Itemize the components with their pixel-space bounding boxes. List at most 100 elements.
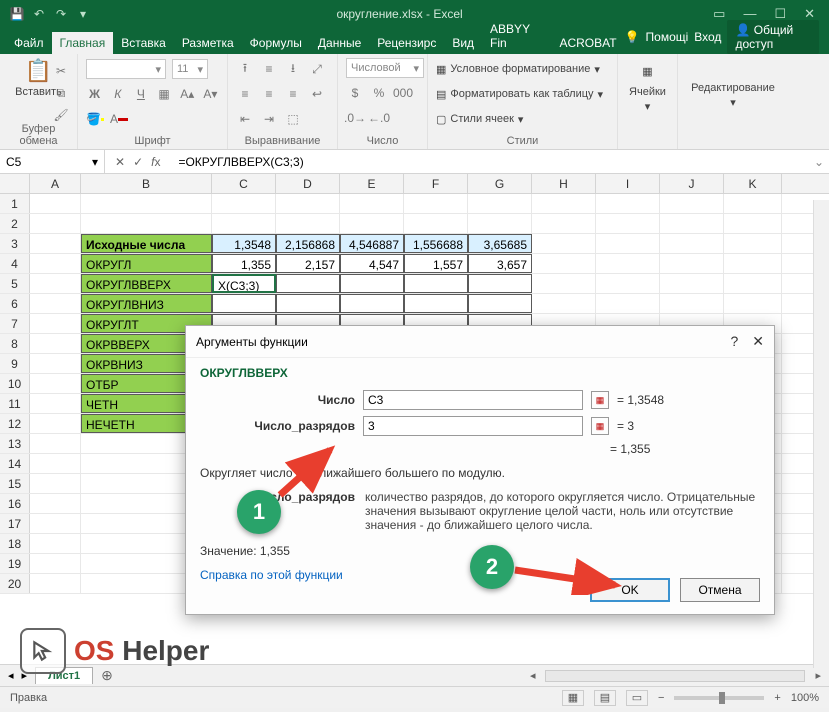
row-header[interactable]: 18 (0, 534, 30, 553)
cut-icon[interactable]: ✂ (52, 62, 70, 80)
col-header[interactable]: E (340, 174, 404, 193)
row-header[interactable]: 2 (0, 214, 30, 233)
col-header[interactable]: I (596, 174, 660, 193)
row-header[interactable]: 14 (0, 454, 30, 473)
col-header[interactable]: K (724, 174, 782, 193)
cell[interactable] (340, 274, 404, 293)
row-header[interactable]: 5 (0, 274, 30, 293)
active-cell[interactable]: X(C3;3) (212, 274, 276, 293)
hscroll-left-icon[interactable]: ◂ (530, 669, 536, 682)
bold-icon[interactable]: Ж (86, 85, 103, 103)
zoom-level[interactable]: 100% (791, 692, 819, 704)
redo-icon[interactable]: ↷ (54, 7, 68, 21)
arg1-input[interactable] (363, 390, 583, 410)
align-middle-icon[interactable]: ≡ (260, 60, 278, 78)
align-center-icon[interactable]: ≡ (260, 85, 278, 103)
fill-color-icon[interactable]: 🪣 (86, 110, 104, 128)
col-header[interactable]: B (81, 174, 212, 193)
tab-formulas[interactable]: Формулы (242, 32, 310, 54)
row-header[interactable]: 1 (0, 194, 30, 213)
name-box[interactable]: C5 ▾ (0, 150, 105, 173)
increase-decimal-icon[interactable]: .0→ (346, 109, 364, 127)
cell[interactable] (276, 274, 340, 293)
help-label[interactable]: Помощі (646, 30, 689, 44)
format-as-table-button[interactable]: ▤Форматировать как таблицу▾ (436, 83, 609, 105)
cell[interactable]: 1,355 (212, 254, 276, 273)
tab-layout[interactable]: Разметка (174, 32, 242, 54)
format-painter-icon[interactable]: 🖌 (52, 106, 70, 124)
cell[interactable]: ОКРУГЛ (81, 254, 212, 273)
cell[interactable]: ОКРУГЛВВЕРХ (81, 274, 212, 293)
tab-view[interactable]: Вид (444, 32, 482, 54)
row-header[interactable]: 19 (0, 554, 30, 573)
tab-insert[interactable]: Вставка (113, 32, 174, 54)
dialog-close-icon[interactable]: ✕ (752, 333, 764, 350)
conditional-formatting-button[interactable]: ▦Условное форматирование▾ (436, 58, 609, 80)
italic-icon[interactable]: К (109, 85, 126, 103)
align-left-icon[interactable]: ≡ (236, 85, 254, 103)
signin-label[interactable]: Вход (694, 30, 721, 44)
undo-icon[interactable]: ↶ (32, 7, 46, 21)
row-header[interactable]: 16 (0, 494, 30, 513)
qat-dropdown-icon[interactable]: ▾ (76, 7, 90, 21)
col-header[interactable]: A (30, 174, 81, 193)
cancel-button[interactable]: Отмена (680, 578, 760, 602)
row-header[interactable]: 8 (0, 334, 30, 353)
col-header[interactable]: H (532, 174, 596, 193)
zoom-in-icon[interactable]: + (774, 692, 780, 704)
help-icon[interactable]: ? (730, 333, 738, 350)
page-layout-view-icon[interactable]: ▤ (594, 690, 616, 706)
row-header[interactable]: 3 (0, 234, 30, 253)
formula-input[interactable]: =ОКРУГЛВВЕРХ(C3;3) (170, 155, 809, 169)
font-color-icon[interactable]: A (110, 110, 128, 128)
horizontal-scrollbar[interactable] (545, 670, 805, 682)
cell[interactable]: 3,657 (468, 254, 532, 273)
cell[interactable]: 2,156868 (276, 234, 340, 253)
page-break-view-icon[interactable]: ▭ (626, 690, 648, 706)
enter-formula-icon[interactable]: ✓ (133, 155, 143, 169)
col-header[interactable]: C (212, 174, 276, 193)
decrease-indent-icon[interactable]: ⇤ (236, 110, 254, 128)
lightbulb-icon[interactable]: 💡 (625, 30, 640, 44)
cell[interactable]: 4,547 (340, 254, 404, 273)
cell[interactable] (404, 274, 468, 293)
row-header[interactable]: 13 (0, 434, 30, 453)
sheet-nav-prev-icon[interactable]: ◂ (8, 669, 14, 682)
row-header[interactable]: 11 (0, 394, 30, 413)
align-bottom-icon[interactable]: ⭳ (284, 60, 302, 78)
border-icon[interactable]: ▦ (156, 85, 173, 103)
zoom-out-icon[interactable]: − (658, 692, 664, 704)
tab-review[interactable]: Рецензирс (369, 32, 444, 54)
fx-icon[interactable]: fx (151, 155, 160, 169)
copy-icon[interactable]: ⧉ (52, 84, 70, 102)
cancel-formula-icon[interactable]: ✕ (115, 155, 125, 169)
col-header[interactable]: D (276, 174, 340, 193)
zoom-slider[interactable] (674, 696, 764, 700)
col-header[interactable]: F (404, 174, 468, 193)
increase-indent-icon[interactable]: ⇥ (260, 110, 278, 128)
align-top-icon[interactable]: ⭱ (236, 60, 254, 78)
cell[interactable]: 1,557 (404, 254, 468, 273)
wrap-text-icon[interactable]: ↩ (308, 85, 326, 103)
vertical-scrollbar[interactable] (813, 200, 829, 668)
row-header[interactable]: 7 (0, 314, 30, 333)
cell[interactable]: Исходные числа (81, 234, 212, 253)
hscroll-right-icon[interactable]: ▸ (815, 669, 821, 682)
col-header[interactable]: G (468, 174, 532, 193)
font-size-combo[interactable]: 11▾ (172, 59, 208, 79)
row-header[interactable]: 15 (0, 474, 30, 493)
save-icon[interactable]: 💾 (10, 7, 24, 21)
select-all-button[interactable] (0, 174, 30, 193)
cell[interactable]: 3,65685 (468, 234, 532, 253)
row-header[interactable]: 12 (0, 414, 30, 433)
share-button[interactable]: 👤 Общий доступ (727, 20, 819, 54)
cells-button[interactable]: ▦ Ячейки ▾ (626, 58, 669, 113)
merge-icon[interactable]: ⬚ (284, 110, 302, 128)
cell[interactable]: ОКРУГЛВНИЗ (81, 294, 212, 313)
decrease-font-icon[interactable]: A▾ (202, 85, 219, 103)
tab-abbyy[interactable]: ABBYY Fin (482, 18, 551, 54)
percent-icon[interactable]: % (370, 84, 388, 102)
row-header[interactable]: 6 (0, 294, 30, 313)
collapse-dialog-icon[interactable]: ▦ (591, 417, 609, 435)
align-right-icon[interactable]: ≡ (284, 85, 302, 103)
